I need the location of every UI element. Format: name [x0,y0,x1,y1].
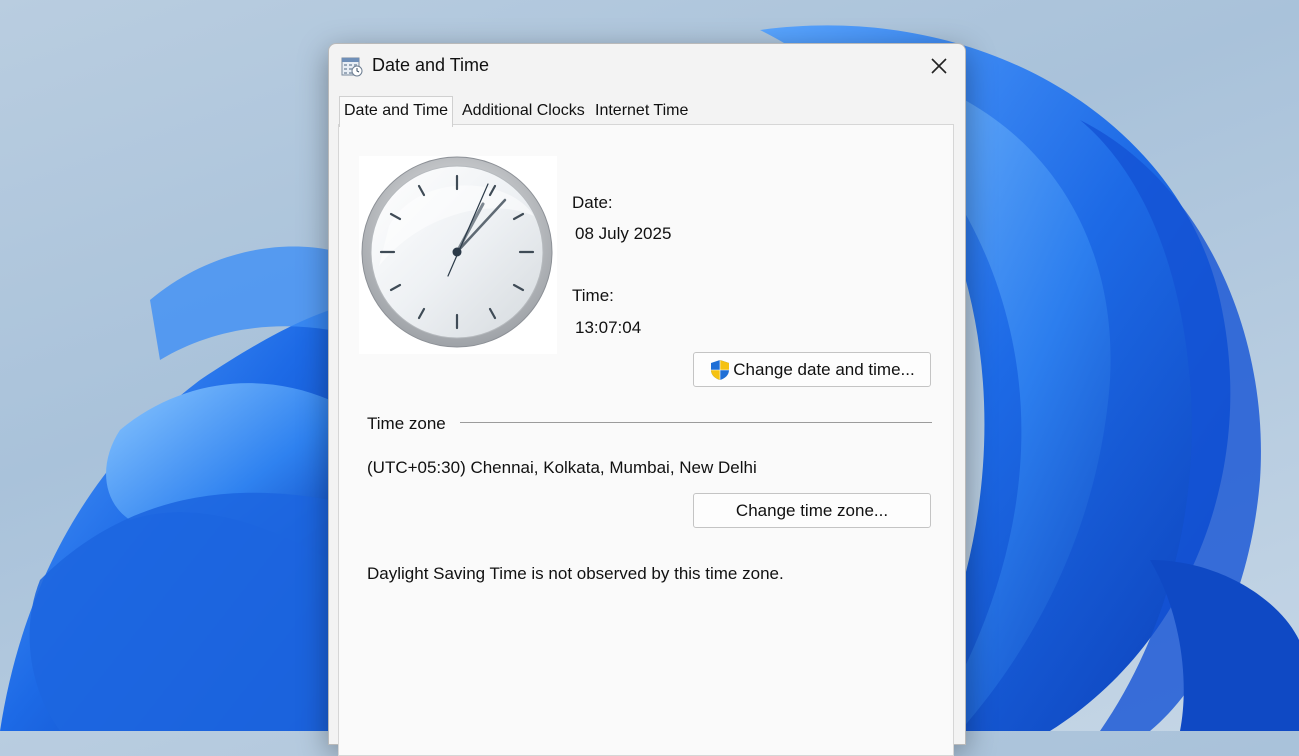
change-time-zone-label: Change time zone... [735,500,889,520]
clock-face-icon [361,156,553,348]
dst-note: Daylight Saving Time is not observed by … [367,564,784,583]
uac-shield-icon [711,359,730,380]
window-title: Date and Time [372,55,490,75]
date-value: 08 July 2025 [575,224,672,243]
date-and-time-dialog: Date and Time Date and Time Additional C… [328,43,966,756]
analog-clock [359,156,557,354]
change-date-and-time-button[interactable]: Change date and time... [693,352,931,387]
time-zone-heading: Time zone [367,414,446,433]
title-bar[interactable]: Date and Time [329,44,965,88]
time-zone-divider [460,422,932,423]
date-time-app-icon [341,57,363,77]
tab-internet-time[interactable]: Internet Time [591,98,692,124]
time-zone-value: (UTC+05:30) Chennai, Kolkata, Mumbai, Ne… [367,458,757,477]
change-date-and-time-label: Change date and time... [733,359,915,379]
close-button[interactable] [919,50,959,82]
time-value: 13:07:04 [575,318,642,337]
time-label: Time: [572,286,614,305]
tab-additional-clocks[interactable]: Additional Clocks [458,98,589,124]
tab-date-and-time[interactable]: Date and Time [339,96,454,127]
date-label: Date: [572,193,613,212]
close-icon [931,58,947,74]
change-time-zone-button[interactable]: Change time zone... [693,493,931,528]
